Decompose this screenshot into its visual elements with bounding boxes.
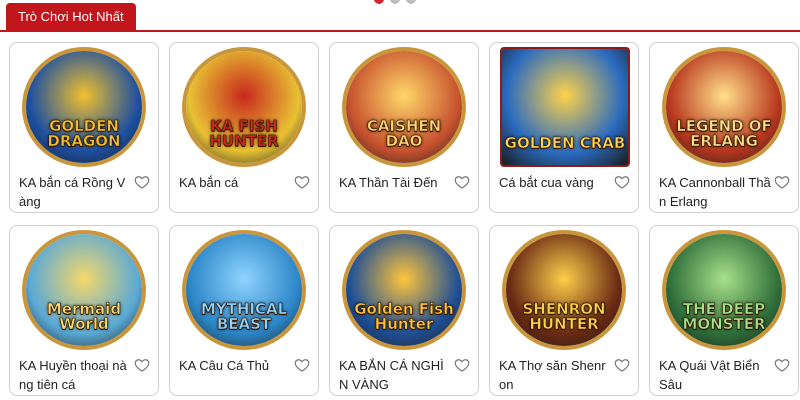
game-logo-text: MYTHICAL BEAST	[200, 300, 288, 333]
game-card[interactable]: SHENRON HUNTER KA Thợ săn Shenron	[489, 225, 639, 396]
game-card[interactable]: GOLDEN CRAB Cá bắt cua vàng	[489, 42, 639, 213]
game-art-image: Golden Fish Hunter	[342, 230, 466, 350]
game-thumbnail[interactable]: CAISHEN DAO	[330, 43, 478, 171]
favorite-heart-icon[interactable]	[134, 357, 150, 373]
game-art-image: GOLDEN CRAB	[500, 47, 630, 167]
game-art-image: KA FISH HUNTER	[182, 47, 306, 167]
game-art-image: LEGEND OF ERLANG	[662, 47, 786, 167]
game-card[interactable]: KA FISH HUNTER KA bắn cá	[169, 42, 319, 213]
game-art-image: THE DEEP MONSTER	[662, 230, 786, 350]
game-thumbnail[interactable]: Mermaid World	[10, 226, 158, 354]
game-thumbnail[interactable]: SHENRON HUNTER	[490, 226, 638, 354]
tab-hot-games[interactable]: Trò Chơi Hot Nhất	[6, 3, 136, 30]
game-logo-text: Golden Fish Hunter	[354, 300, 454, 333]
game-thumbnail[interactable]: GOLDEN CRAB	[490, 43, 638, 171]
favorite-heart-icon[interactable]	[774, 357, 790, 373]
favorite-heart-icon[interactable]	[454, 174, 470, 190]
game-title[interactable]: KA Huyền thoại nàng tiên cá	[19, 356, 131, 394]
game-title[interactable]: KA bắn cá	[179, 173, 291, 192]
game-logo-text: SHENRON HUNTER	[522, 300, 606, 333]
game-thumbnail[interactable]: LEGEND OF ERLANG	[650, 43, 798, 171]
game-card[interactable]: GOLDEN DRAGON KA bắn cá Rồng Vàng	[9, 42, 159, 213]
game-card[interactable]: MYTHICAL BEAST KA Câu Cá Thủ	[169, 225, 319, 396]
game-art-image: Mermaid World	[22, 230, 146, 350]
favorite-heart-icon[interactable]	[614, 174, 630, 190]
game-logo-text: Mermaid World	[46, 300, 122, 333]
game-art-image: MYTHICAL BEAST	[182, 230, 306, 350]
game-card[interactable]: THE DEEP MONSTER KA Quái Vật Biển Sâu	[649, 225, 799, 396]
game-card[interactable]: Mermaid World KA Huyền thoại nàng tiên cá	[9, 225, 159, 396]
game-logo-text: GOLDEN DRAGON	[47, 117, 121, 150]
game-logo-text: CAISHEN DAO	[366, 117, 442, 150]
favorite-heart-icon[interactable]	[294, 357, 310, 373]
game-card[interactable]: CAISHEN DAO KA Thần Tài Đến	[329, 42, 479, 213]
game-logo-text: GOLDEN CRAB	[504, 134, 626, 152]
game-title[interactable]: KA Cannonball Thần Erlang	[659, 173, 771, 211]
game-title[interactable]: KA BẮN CÁ NGHÌN VÀNG	[339, 356, 451, 394]
carousel-dot-3[interactable]	[406, 0, 416, 4]
favorite-heart-icon[interactable]	[614, 357, 630, 373]
game-thumbnail[interactable]: KA FISH HUNTER	[170, 43, 318, 171]
favorite-heart-icon[interactable]	[294, 174, 310, 190]
favorite-heart-icon[interactable]	[454, 357, 470, 373]
game-title[interactable]: KA bắn cá Rồng Vàng	[19, 173, 131, 211]
game-grid: GOLDEN DRAGON KA bắn cá Rồng Vàng KA FISH …	[9, 42, 799, 396]
game-card[interactable]: LEGEND OF ERLANG KA Cannonball Thần Erlan…	[649, 42, 799, 213]
carousel-dot-1[interactable]	[374, 0, 384, 4]
carousel-dot-2[interactable]	[390, 0, 400, 4]
game-card[interactable]: Golden Fish Hunter KA BẮN CÁ NGHÌN VÀNG	[329, 225, 479, 396]
favorite-heart-icon[interactable]	[774, 174, 790, 190]
game-logo-text: LEGEND OF ERLANG	[676, 117, 772, 150]
game-logo-text: THE DEEP MONSTER	[682, 300, 766, 333]
game-thumbnail[interactable]: MYTHICAL BEAST	[170, 226, 318, 354]
game-title[interactable]: Cá bắt cua vàng	[499, 173, 611, 192]
game-thumbnail[interactable]: Golden Fish Hunter	[330, 226, 478, 354]
game-thumbnail[interactable]: GOLDEN DRAGON	[10, 43, 158, 171]
game-art-image: CAISHEN DAO	[342, 47, 466, 167]
section-header: Trò Chơi Hot Nhất	[0, 0, 800, 32]
game-title[interactable]: KA Thợ săn Shenron	[499, 356, 611, 394]
game-title[interactable]: KA Thần Tài Đến	[339, 173, 451, 192]
game-thumbnail[interactable]: THE DEEP MONSTER	[650, 226, 798, 354]
game-art-image: GOLDEN DRAGON	[22, 47, 146, 167]
carousel-pagination	[374, 0, 416, 4]
game-art-image: SHENRON HUNTER	[502, 230, 626, 350]
game-logo-text: KA FISH HUNTER	[209, 117, 279, 150]
favorite-heart-icon[interactable]	[134, 174, 150, 190]
game-title[interactable]: KA Câu Cá Thủ	[179, 356, 291, 375]
game-title[interactable]: KA Quái Vật Biển Sâu	[659, 356, 771, 394]
